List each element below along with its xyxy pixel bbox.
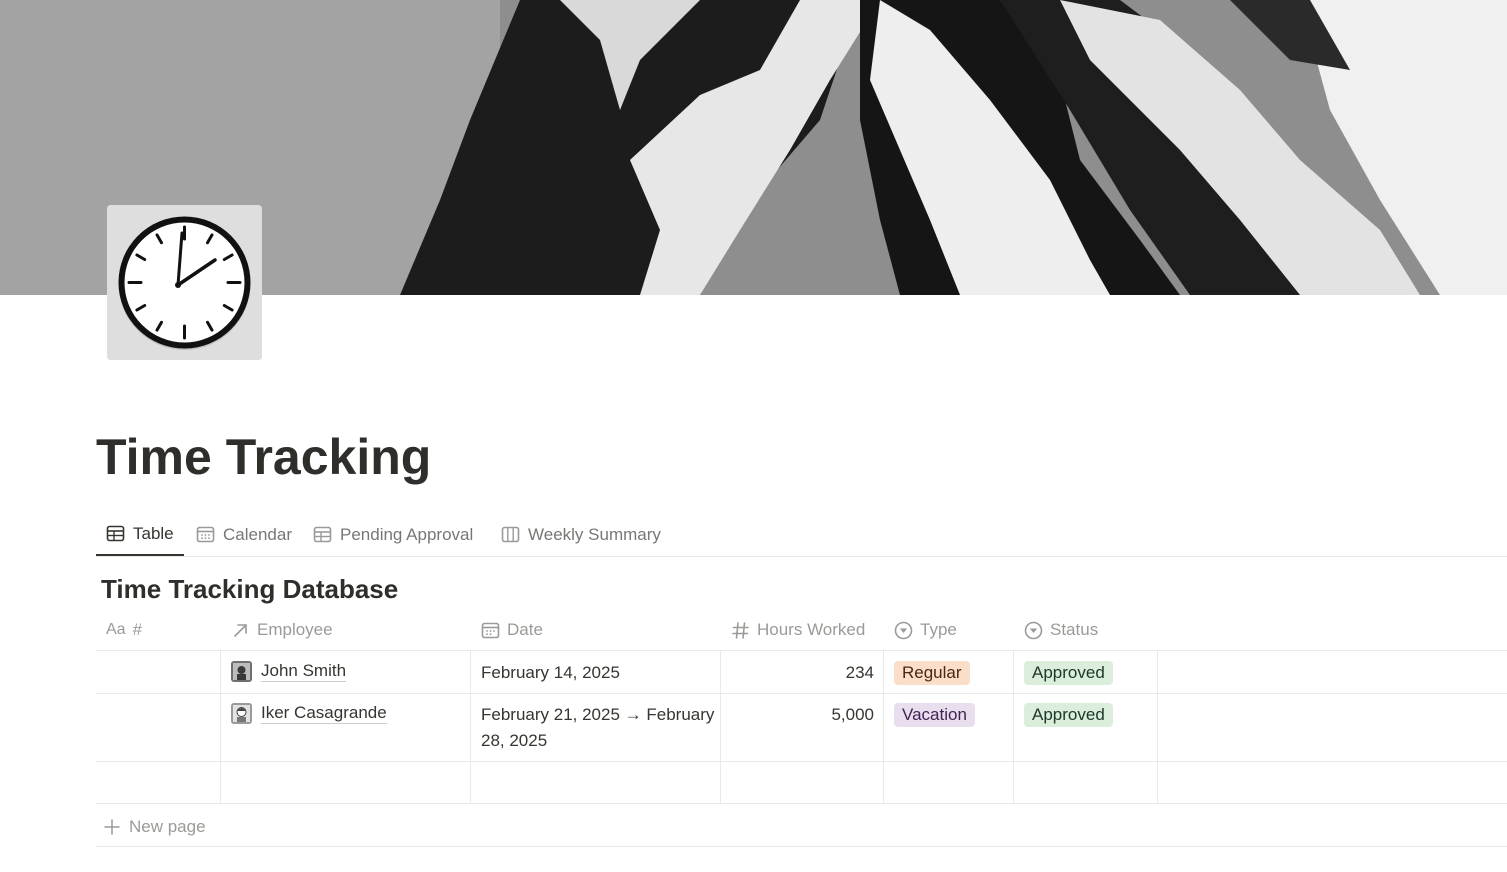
view-tabs: Table Calendar Pending Approval Weekly S… <box>96 513 1507 557</box>
select-icon <box>894 621 913 640</box>
column-header-label: Type <box>920 620 957 639</box>
table-row-type[interactable]: Regular <box>894 660 970 686</box>
row-divider <box>96 803 1507 804</box>
table-row-date[interactable]: February 21, 2025 → February 28, 2025 <box>481 702 716 754</box>
employee-name[interactable]: John Smith <box>261 660 347 682</box>
clock-icon[interactable] <box>107 205 262 360</box>
table-row-employee[interactable]: John Smith <box>231 660 347 682</box>
table-row-date[interactable]: February 14, 2025 <box>481 660 716 686</box>
avatar <box>231 702 252 724</box>
column-header-type[interactable]: Type <box>884 609 1013 651</box>
tab-calendar[interactable]: Calendar <box>194 513 294 556</box>
column-header-label: # <box>132 620 143 639</box>
page-title[interactable]: Time Tracking <box>96 428 431 486</box>
column-divider <box>1157 650 1158 803</box>
type-tag: Regular <box>894 661 970 685</box>
tab-label: Weekly Summary <box>528 524 661 544</box>
status-tag: Approved <box>1024 703 1113 727</box>
tab-label: Calendar <box>223 524 292 544</box>
tab-pending-approval[interactable]: Pending Approval <box>311 513 475 556</box>
title-icon: Aa <box>106 621 126 638</box>
number-hash-icon <box>731 621 750 640</box>
column-divider <box>470 650 471 803</box>
new-page-button[interactable]: New page <box>104 814 206 840</box>
row-divider <box>96 846 1507 847</box>
tab-table[interactable]: Table <box>96 513 184 556</box>
column-divider <box>883 650 884 803</box>
tab-weekly-summary[interactable]: Weekly Summary <box>499 513 663 556</box>
board-icon <box>501 525 520 544</box>
calendar-icon <box>196 525 215 544</box>
column-divider <box>720 650 721 803</box>
database-title[interactable]: Time Tracking Database <box>101 574 398 605</box>
select-icon <box>1024 621 1043 640</box>
column-header-label: Employee <box>257 620 333 639</box>
row-divider <box>96 761 1507 762</box>
table-icon <box>313 525 332 544</box>
date-range-line: February 21, 2025 → February <box>481 705 715 724</box>
table-row-status[interactable]: Approved <box>1024 660 1113 686</box>
plus-icon <box>104 819 120 835</box>
relation-arrow-icon <box>231 621 250 640</box>
status-tag: Approved <box>1024 661 1113 685</box>
avatar <box>231 660 252 682</box>
column-divider <box>220 650 221 803</box>
tab-label: Pending Approval <box>340 524 474 544</box>
table-row-employee[interactable]: Iker Casagrande <box>231 702 387 724</box>
column-header-label: Hours Worked <box>757 620 866 639</box>
table-row-hours[interactable]: 234 <box>726 660 874 686</box>
column-header-id[interactable]: Aa # <box>96 609 220 651</box>
column-header-label: Status <box>1050 620 1099 639</box>
table-row-status[interactable]: Approved <box>1024 702 1113 728</box>
new-page-label: New page <box>129 817 206 836</box>
calendar-icon <box>481 621 500 640</box>
table-row-hours[interactable]: 5,000 <box>726 702 874 728</box>
type-tag: Vacation <box>894 703 975 727</box>
column-header-date[interactable]: Date <box>471 609 720 651</box>
column-divider <box>1013 650 1014 803</box>
row-divider <box>96 693 1507 694</box>
column-header-label: Date <box>507 620 543 639</box>
column-header-employee[interactable]: Employee <box>221 609 470 651</box>
column-header-status[interactable]: Status <box>1014 609 1157 651</box>
employee-name[interactable]: Iker Casagrande <box>261 702 387 724</box>
table-row-type[interactable]: Vacation <box>894 702 975 728</box>
date-range-line: 28, 2025 <box>481 731 548 750</box>
row-divider <box>96 650 1507 651</box>
table-icon <box>106 524 125 543</box>
database-table: Aa # Employee Date Hours Worked Type Sta… <box>96 609 1507 849</box>
column-header-hours[interactable]: Hours Worked <box>721 609 883 651</box>
tab-label: Table <box>133 523 174 543</box>
